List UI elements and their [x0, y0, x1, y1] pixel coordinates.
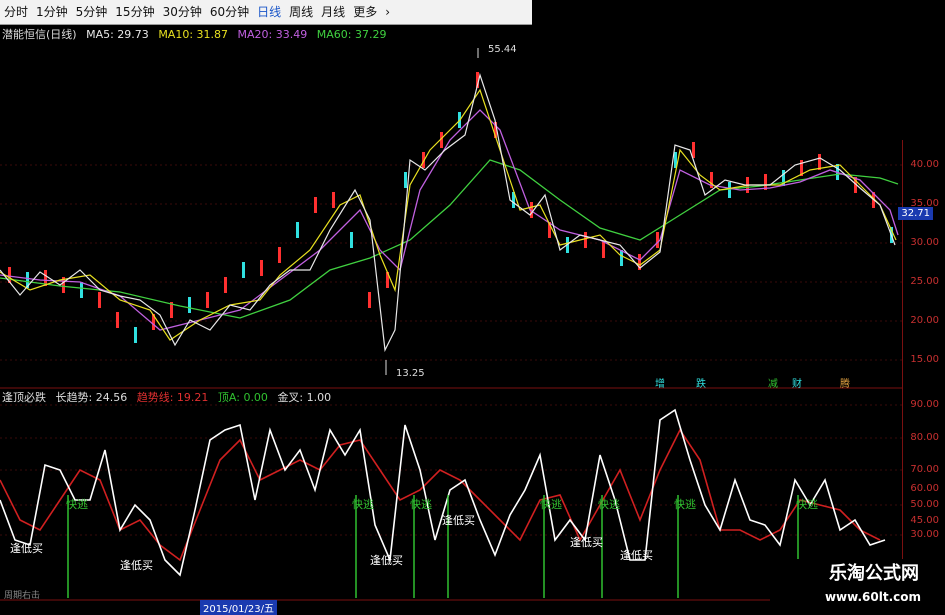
price-candle [728, 182, 731, 198]
buy-signal: 逢低买 [370, 554, 403, 567]
long-trend-label: 长趋势: 24.56 [55, 391, 128, 404]
buy-signal: 逢低买 [10, 542, 43, 555]
price-candle [368, 292, 371, 308]
escape-signal: 快逃 [598, 498, 620, 511]
indicator-tick: 70.00 [910, 464, 939, 475]
price-candle [620, 250, 623, 266]
trend-white-line [0, 408, 886, 577]
escape-signal: 快逃 [540, 498, 562, 511]
price-candle [314, 197, 317, 213]
footer-label: 周期右击 [4, 591, 41, 601]
price-candle [242, 262, 245, 278]
buy-signal: 逢低买 [442, 514, 475, 527]
price-tick: 20.00 [910, 315, 939, 326]
buy-signal: 逢低买 [620, 549, 653, 562]
ding-label: 顶A: 0.00 [217, 391, 268, 404]
escape-signal: 快逃 [66, 498, 88, 511]
indicator-tick: 50.00 [910, 499, 939, 510]
price-candle [260, 260, 263, 276]
indicator-name: 逢顶必跌 [2, 391, 46, 404]
price-candles [8, 72, 893, 343]
event-marker[interactable]: 腾 [840, 375, 850, 390]
low-price-label: 13.25 [396, 368, 425, 379]
current-price-tag: 32.71 [898, 207, 933, 220]
price-tick: 15.00 [910, 354, 939, 365]
price-tick: 25.00 [910, 276, 939, 287]
short-trend-label: 趋势线: 19.21 [136, 391, 209, 404]
event-marker[interactable]: 财 [792, 375, 802, 390]
escape-signal: 快逃 [410, 498, 432, 511]
price-candle [404, 172, 407, 188]
price-candle [278, 247, 281, 263]
price-tick: 40.00 [910, 159, 939, 170]
escape-signal: 快逃 [674, 498, 696, 511]
price-candle [80, 282, 83, 298]
price-tick: 30.00 [910, 237, 939, 248]
indicator-tick: 45.00 [910, 515, 939, 526]
watermark: 乐淘公式网 www.60lt.com [770, 559, 945, 609]
escape-signal: 快逃 [352, 498, 374, 511]
price-candle [332, 192, 335, 208]
price-candle [206, 292, 209, 308]
event-marker[interactable]: 增 [655, 375, 665, 390]
indicator-header: 逢顶必跌 长趋势: 24.56 趋势线: 19.21 顶A: 0.00 金叉: … [2, 391, 337, 405]
price-candle [818, 154, 821, 170]
watermark-title: 乐淘公式网 [829, 563, 919, 584]
ma10-line [0, 88, 897, 341]
indicator-tick: 90.00 [910, 399, 939, 410]
indicator-tick: 80.00 [910, 432, 939, 443]
event-marker[interactable]: 减 [768, 375, 778, 390]
ma20-line [0, 109, 899, 331]
price-candle [296, 222, 299, 238]
indicator-tick: 30.00 [910, 529, 939, 540]
price-candle [350, 232, 353, 248]
price-candle [584, 232, 587, 248]
watermark-url: www.60lt.com [824, 590, 921, 604]
price-candle [602, 242, 605, 258]
indicator-tick: 60.00 [910, 483, 939, 494]
price-candle [116, 312, 119, 328]
buy-signal: 逢低买 [570, 536, 603, 549]
cursor-date: 2015/01/23/五 [200, 600, 278, 615]
high-price-label: 55.44 [488, 44, 517, 55]
price-candle [224, 277, 227, 293]
price-candle [656, 232, 659, 248]
price-scale [902, 140, 945, 388]
trend-red-line [0, 428, 881, 562]
escape-signal: 快逃 [796, 498, 818, 511]
ma60-line [0, 159, 899, 319]
price-candle [188, 297, 191, 313]
price-candle [134, 327, 137, 343]
event-marker[interactable]: 跌 [696, 375, 706, 390]
price-candle [98, 292, 101, 308]
buy-signal: 逢低买 [120, 559, 153, 572]
jincha-label: 金叉: 1.00 [277, 391, 332, 404]
